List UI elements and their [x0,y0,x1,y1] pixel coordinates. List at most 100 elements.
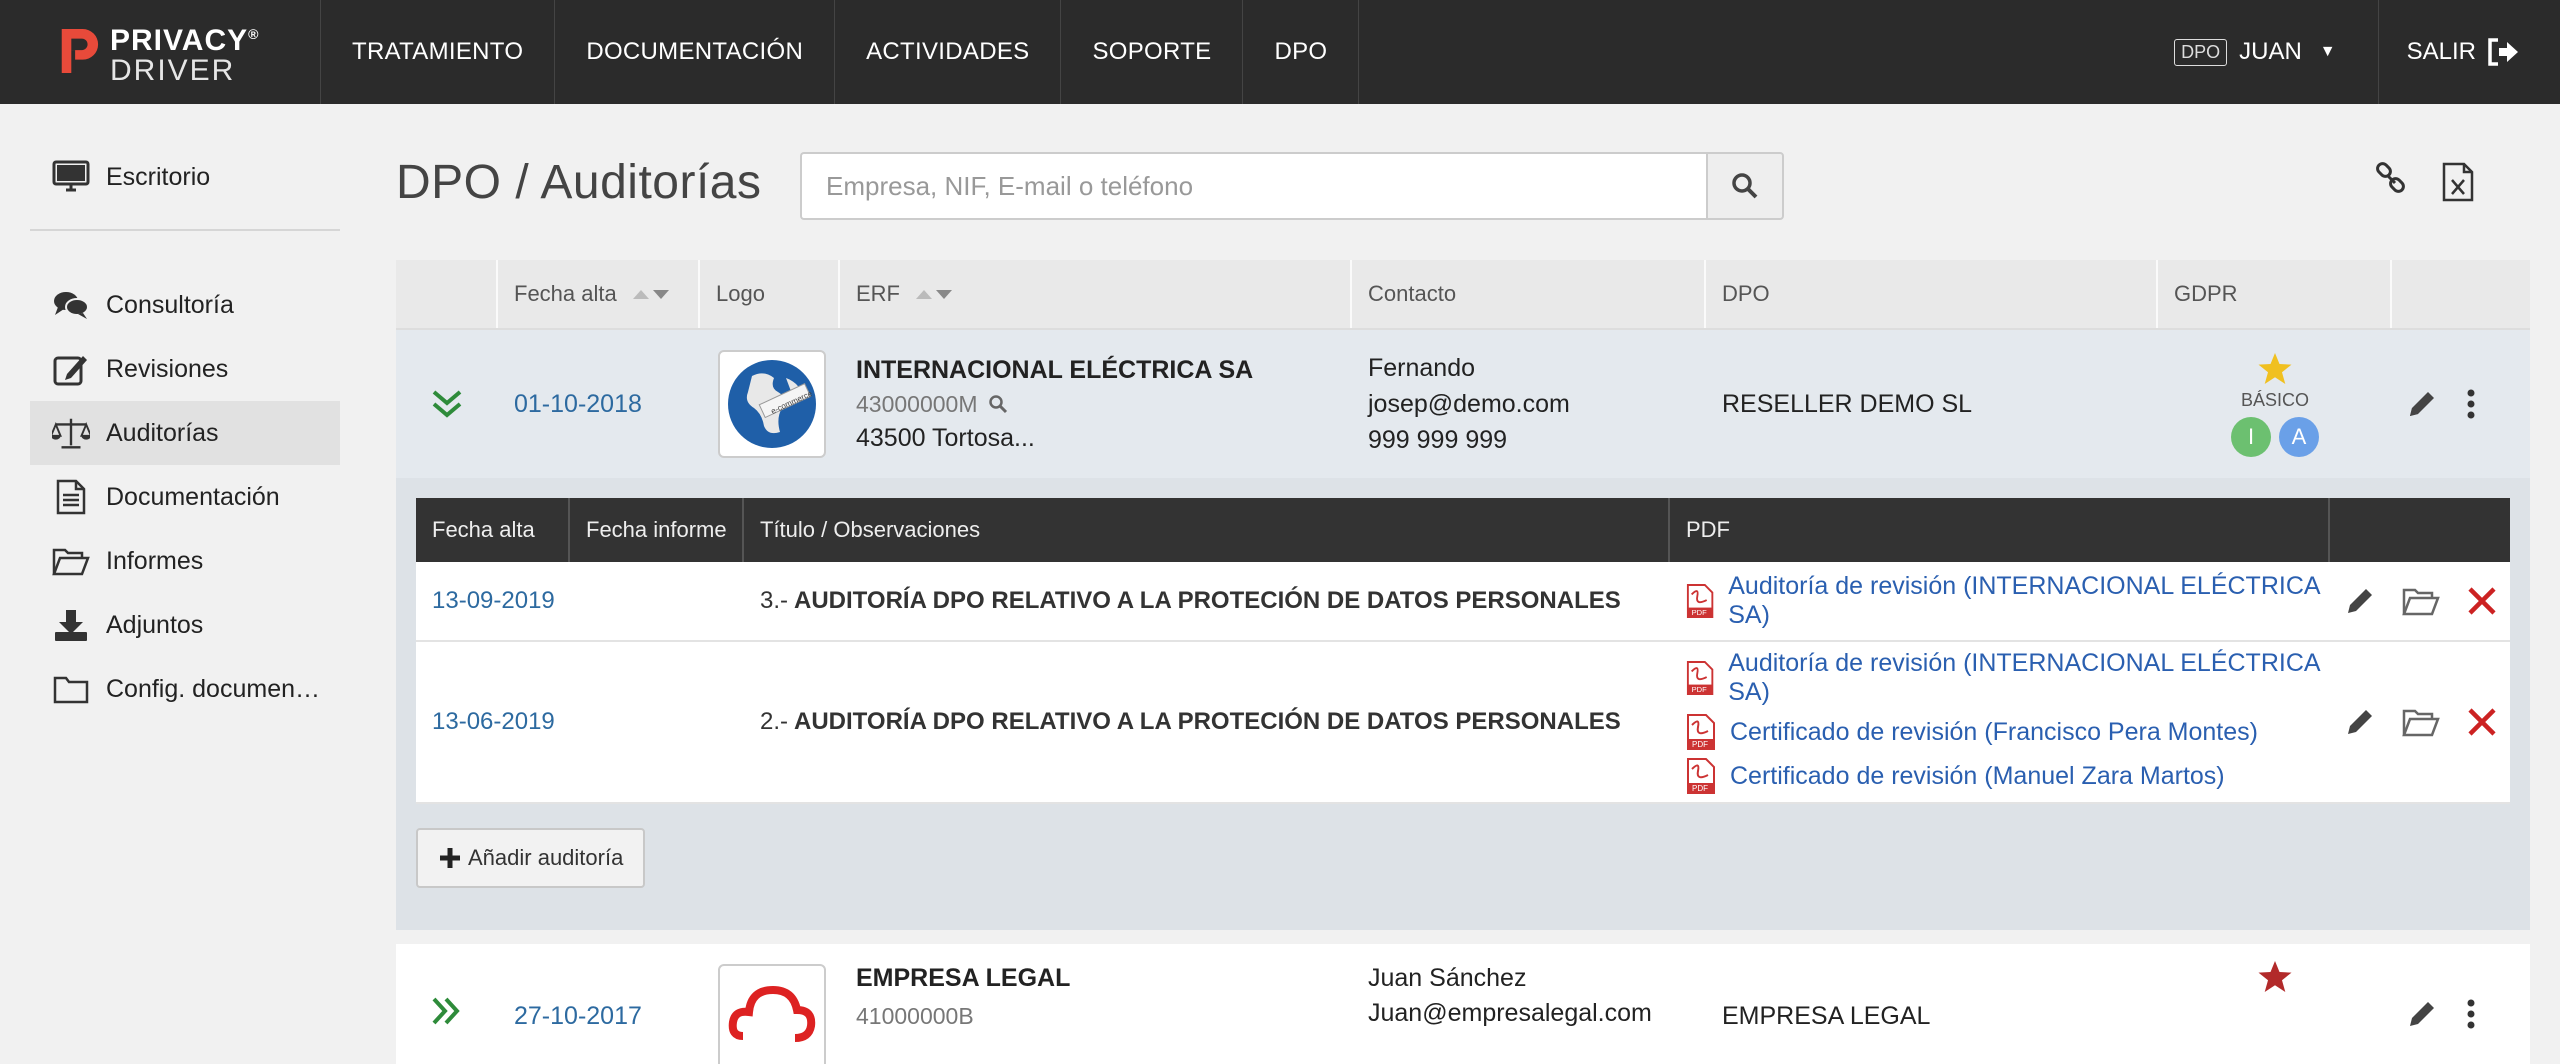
logout-label: SALIR [2406,38,2476,65]
audits-company-table: Fecha alta Logo ERF Contacto DPO GDPR 01… [396,260,2530,1064]
header-tools [2374,162,2474,202]
search-bar [800,152,1784,220]
col-pdf: PDF [1670,498,2330,562]
sidebar-item-label: Adjuntos [106,610,204,639]
expand-toggle[interactable] [396,944,498,1064]
search-input[interactable] [800,152,1706,220]
gdpr-badge-i: I [2231,416,2271,457]
nav-dpo[interactable]: DPO [1243,0,1360,104]
sidebar-item-escritorio[interactable]: Escritorio [30,145,340,209]
audit-number: 2.- [760,708,789,735]
sidebar-divider [30,229,340,231]
col-contacto: Contacto [1352,260,1706,328]
logo-line2: DRIVER [110,53,236,87]
svg-text:PDF: PDF [1692,685,1707,694]
delete-icon[interactable] [2466,706,2498,738]
search-icon [1732,173,1758,199]
more-vertical-icon[interactable] [2466,998,2476,1030]
gdpr-cell: BÁSICO I A [2158,330,2392,478]
contact-cell: Juan Sánchez Juan@empresalegal.com [1352,944,1706,1064]
nav-soporte[interactable]: SOPORTE [1061,0,1244,104]
sidebar: Escritorio Consultoría Revisiones Audito… [30,145,340,721]
nav-tratamiento[interactable]: TRATAMIENTO [321,0,556,104]
audit-pdfs: PDF Auditoría de revisión (INTERNACIONAL… [1670,642,2330,802]
col-fecha-alta[interactable]: Fecha alta [498,260,700,328]
pdf-link[interactable]: PDF Auditoría de revisión (INTERNACIONAL… [1686,572,2330,630]
folder-open-icon[interactable] [2402,586,2440,616]
contact-name: Fernando [1368,354,1476,382]
pdf-link[interactable]: PDF Auditoría de revisión (INTERNACIONAL… [1686,649,2330,707]
user-name: JUAN [2239,38,2302,65]
sidebar-item-label: Informes [106,546,204,575]
plus-icon [440,848,460,868]
table-row[interactable]: 27-10-2017 EMPRESA LEGAL 41000000B Juan … [396,944,2530,1064]
sidebar-item-label: Escritorio [106,162,211,191]
monitor-icon [52,158,90,196]
nav-actividades[interactable]: ACTIVIDADES [835,0,1062,104]
col-gdpr: GDPR [2158,260,2392,328]
audit-title: 2.- AUDITORÍA DPO RELATIVO A LA PROTECIÓ… [744,642,1670,802]
sidebar-item-consultoria[interactable]: Consultoría [30,273,340,337]
sidebar-item-label: Revisiones [106,354,229,383]
subtable-header: Fecha alta Fecha informe Título / Observ… [416,498,2510,562]
sign-out-icon [2488,38,2518,66]
table-row[interactable]: 01-10-2018 e-commerce INTERNACIONAL ELÉC… [396,330,2530,478]
user-menu[interactable]: DPO JUAN ▼ [2138,0,2379,104]
excel-export-icon[interactable] [2442,162,2474,202]
balance-scale-icon [52,414,90,452]
app-logo[interactable]: PRIVACY® DRIVER [0,0,320,104]
sidebar-item-revisiones[interactable]: Revisiones [30,337,340,401]
contact-phone: 999 999 999 [1368,426,1508,454]
sort-icon[interactable] [632,289,669,299]
search-button[interactable] [1706,152,1784,220]
sort-icon[interactable] [916,289,952,299]
double-chevron-down-icon [432,390,462,418]
dpo-name: EMPRESA LEGAL [1722,1002,1931,1030]
row-fecha-alta: 27-10-2017 [514,1002,642,1030]
audit-fecha-informe [570,562,744,640]
link-icon[interactable] [2374,162,2408,196]
audit-pdfs: PDF Auditoría de revisión (INTERNACIONAL… [1670,562,2330,640]
company-logo [700,944,840,1064]
sidebar-item-documentacion[interactable]: Documentación [30,465,340,529]
pdf-file-icon: PDF [1686,661,1714,695]
pdf-link[interactable]: PDF Certificado de revisión (Manuel Zara… [1686,757,2225,795]
more-vertical-icon[interactable] [2466,388,2476,420]
col-actions [2330,498,2510,562]
nif-value: 43000000M [856,390,978,417]
gdpr-cell [2158,944,2392,1064]
sidebar-item-adjuntos[interactable]: Adjuntos [30,593,340,657]
pencil-icon[interactable] [2406,998,2438,1030]
file-text-icon [52,478,90,516]
pencil-icon[interactable] [2344,585,2376,617]
sidebar-item-config-documentos[interactable]: Config. documen… [30,657,340,721]
col-logo: Logo [700,260,840,328]
folder-open-icon[interactable] [2402,707,2440,737]
add-audit-button[interactable]: Añadir auditoría [416,828,646,888]
nav-documentacion[interactable]: DOCUMENTACIÓN [555,0,836,104]
logout-button[interactable]: SALIR [2379,0,2560,104]
expand-toggle[interactable] [396,330,498,478]
company-name[interactable]: INTERNACIONAL ELÉCTRICA SA [856,356,1253,385]
col-titulo: Título / Observaciones [744,498,1670,562]
audit-title-text: AUDITORÍA DPO RELATIVO A LA PROTECIÓN DE… [794,708,1621,735]
search-icon[interactable] [988,394,1008,414]
col-label: Fecha alta [514,281,617,306]
star-icon [2258,961,2292,992]
sidebar-item-label: Consultoría [106,290,234,319]
pencil-icon[interactable] [2406,388,2438,420]
dpo-name: RESELLER DEMO SL [1722,389,1973,418]
pdf-link-label: Auditoría de revisión (INTERNACIONAL ELÉ… [1728,649,2320,706]
gdpr-badge-a: A [2279,416,2319,457]
folder-open-icon [52,542,90,580]
company-name[interactable]: EMPRESA LEGAL [856,964,1352,993]
audit-title: 3.- AUDITORÍA DPO RELATIVO A LA PROTECIÓ… [744,562,1670,640]
pdf-link[interactable]: PDF Certificado de revisión (Francisco P… [1686,713,2258,751]
svg-text:PDF: PDF [1692,740,1708,749]
sidebar-item-auditorias[interactable]: Auditorías [30,401,340,465]
delete-icon[interactable] [2466,585,2498,617]
col-erf[interactable]: ERF [840,260,1352,328]
pdf-file-icon: PDF [1687,758,1715,794]
pencil-icon[interactable] [2344,706,2376,738]
sidebar-item-informes[interactable]: Informes [30,529,340,593]
